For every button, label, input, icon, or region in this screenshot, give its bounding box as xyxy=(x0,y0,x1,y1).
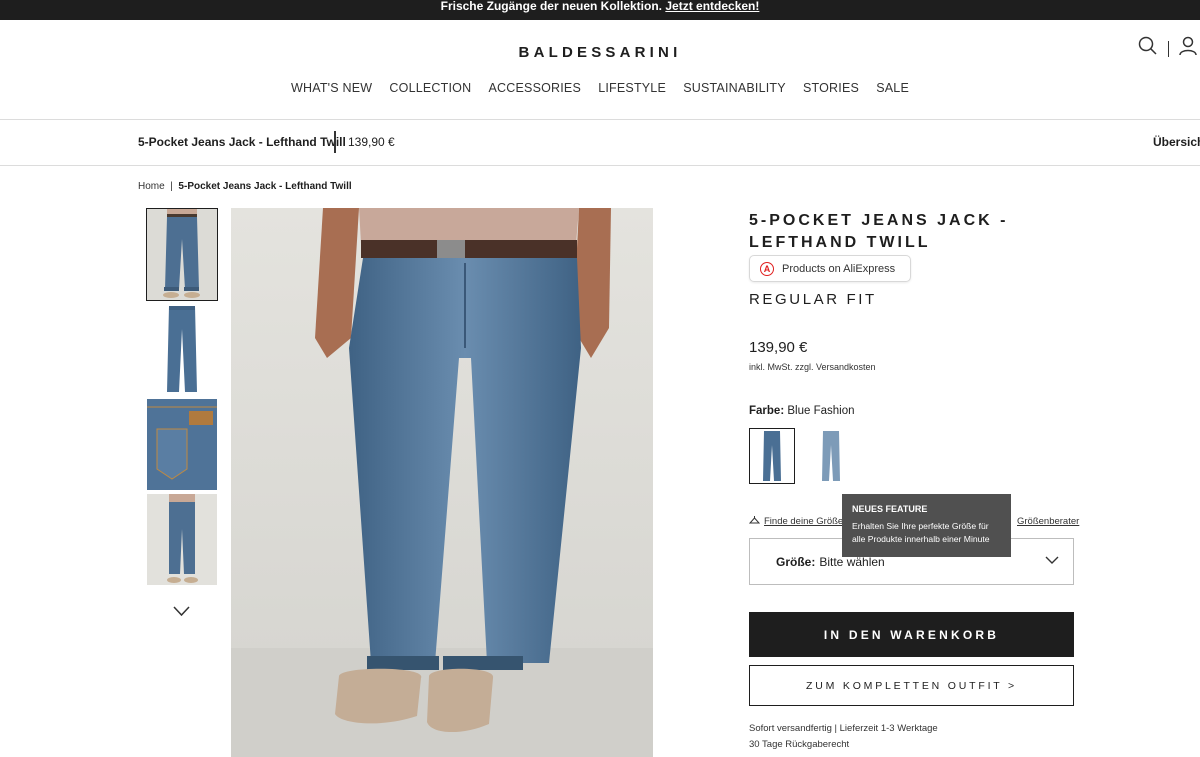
icon-divider xyxy=(1168,40,1169,57)
nav-item-whats-new[interactable]: WHAT'S NEW xyxy=(291,81,372,95)
sticky-overview-link[interactable]: Übersicht xyxy=(1153,135,1200,149)
search-icon[interactable] xyxy=(1138,36,1158,61)
sticky-divider-bottom xyxy=(0,165,1200,166)
nav-item-sale[interactable]: SALE xyxy=(876,81,909,95)
color-swatch-light-blue[interactable] xyxy=(808,428,854,484)
thumbnail-side[interactable] xyxy=(146,493,218,586)
tax-note: inkl. MwSt. zzgl. Versandkosten xyxy=(749,362,876,372)
product-price: 139,90 € xyxy=(749,339,808,356)
product-title: 5-POCKET JEANS JACK - LEFTHAND TWILL xyxy=(749,212,1009,251)
size-label: Größe: xyxy=(776,554,816,569)
color-swatch-blue-fashion[interactable] xyxy=(749,428,795,484)
nav-item-sustainability[interactable]: SUSTAINABILITY xyxy=(683,81,786,95)
size-advisor-link[interactable]: Größenberater xyxy=(1017,516,1079,527)
shipping-text: Sofort versandfertig | Lieferzeit 1-3 We… xyxy=(749,723,938,734)
tooltip-body: Erhalten Sie Ihre perfekte Größe für all… xyxy=(852,521,990,544)
aliexpress-button[interactable]: A Products on AliExpress xyxy=(749,255,911,282)
color-value: Blue Fashion xyxy=(787,405,855,417)
thumbnail-list xyxy=(146,208,218,588)
thumbnail-front[interactable] xyxy=(146,208,218,301)
hanger-icon xyxy=(748,515,761,528)
nav-item-lifestyle[interactable]: LIFESTYLE xyxy=(598,81,666,95)
add-to-cart-button[interactable]: IN DEN WARENKORB xyxy=(749,612,1074,657)
feature-tooltip: NEUES FEATURE Erhalten Sie Ihre perfekte… xyxy=(842,494,1011,557)
header-divider xyxy=(0,119,1200,120)
thumbnail-flat[interactable] xyxy=(146,303,218,396)
promo-bar: Frische Zugänge der neuen Kollektion. Je… xyxy=(0,0,1200,20)
promo-text: Frische Zugänge der neuen Kollektion. xyxy=(440,0,662,13)
promo-link[interactable]: Jetzt entdecken! xyxy=(665,0,759,13)
user-icon[interactable] xyxy=(1179,36,1197,61)
breadcrumb-separator: | xyxy=(170,181,173,192)
main-nav: WHAT'S NEW COLLECTION ACCESSORIES LIFEST… xyxy=(0,81,1200,95)
sticky-product-price: 139,90 € xyxy=(348,135,395,149)
complete-outfit-button[interactable]: ZUM KOMPLETTEN OUTFIT > xyxy=(749,665,1074,706)
chevron-down-icon[interactable] xyxy=(173,604,190,622)
sticky-product-title: 5-Pocket Jeans Jack - Lefthand Twill xyxy=(138,135,346,149)
aliexpress-icon: A xyxy=(760,261,774,276)
color-label: Farbe: Blue Fashion xyxy=(749,405,854,417)
returns-text: 30 Tage Rückgaberecht xyxy=(749,739,850,750)
nav-item-accessories[interactable]: ACCESSORIES xyxy=(489,81,582,95)
sticky-divider xyxy=(334,131,336,153)
tooltip-title: NEUES FEATURE xyxy=(852,504,928,514)
shipping-info: Sofort versandfertig | Lieferzeit 1-3 We… xyxy=(749,721,938,753)
aliexpress-label: Products on AliExpress xyxy=(782,262,896,275)
breadcrumb: Home | 5-Pocket Jeans Jack - Lefthand Tw… xyxy=(138,181,352,192)
nav-item-stories[interactable]: STORIES xyxy=(803,81,859,95)
nav-item-collection[interactable]: COLLECTION xyxy=(389,81,471,95)
breadcrumb-current: 5-Pocket Jeans Jack - Lefthand Twill xyxy=(178,181,352,192)
chevron-down-icon xyxy=(1045,554,1059,568)
color-label-title: Farbe: xyxy=(749,405,785,417)
product-fit: REGULAR FIT xyxy=(749,291,877,308)
brand-logo[interactable]: BALDESSARINI xyxy=(0,44,1200,61)
find-size-label: Finde deine Größe xyxy=(764,516,844,527)
find-size-link[interactable]: Finde deine Größe xyxy=(748,515,844,528)
header-icons xyxy=(1138,36,1197,61)
thumbnail-detail[interactable] xyxy=(146,398,218,491)
product-main-image[interactable] xyxy=(231,208,653,757)
breadcrumb-home[interactable]: Home xyxy=(138,181,165,192)
